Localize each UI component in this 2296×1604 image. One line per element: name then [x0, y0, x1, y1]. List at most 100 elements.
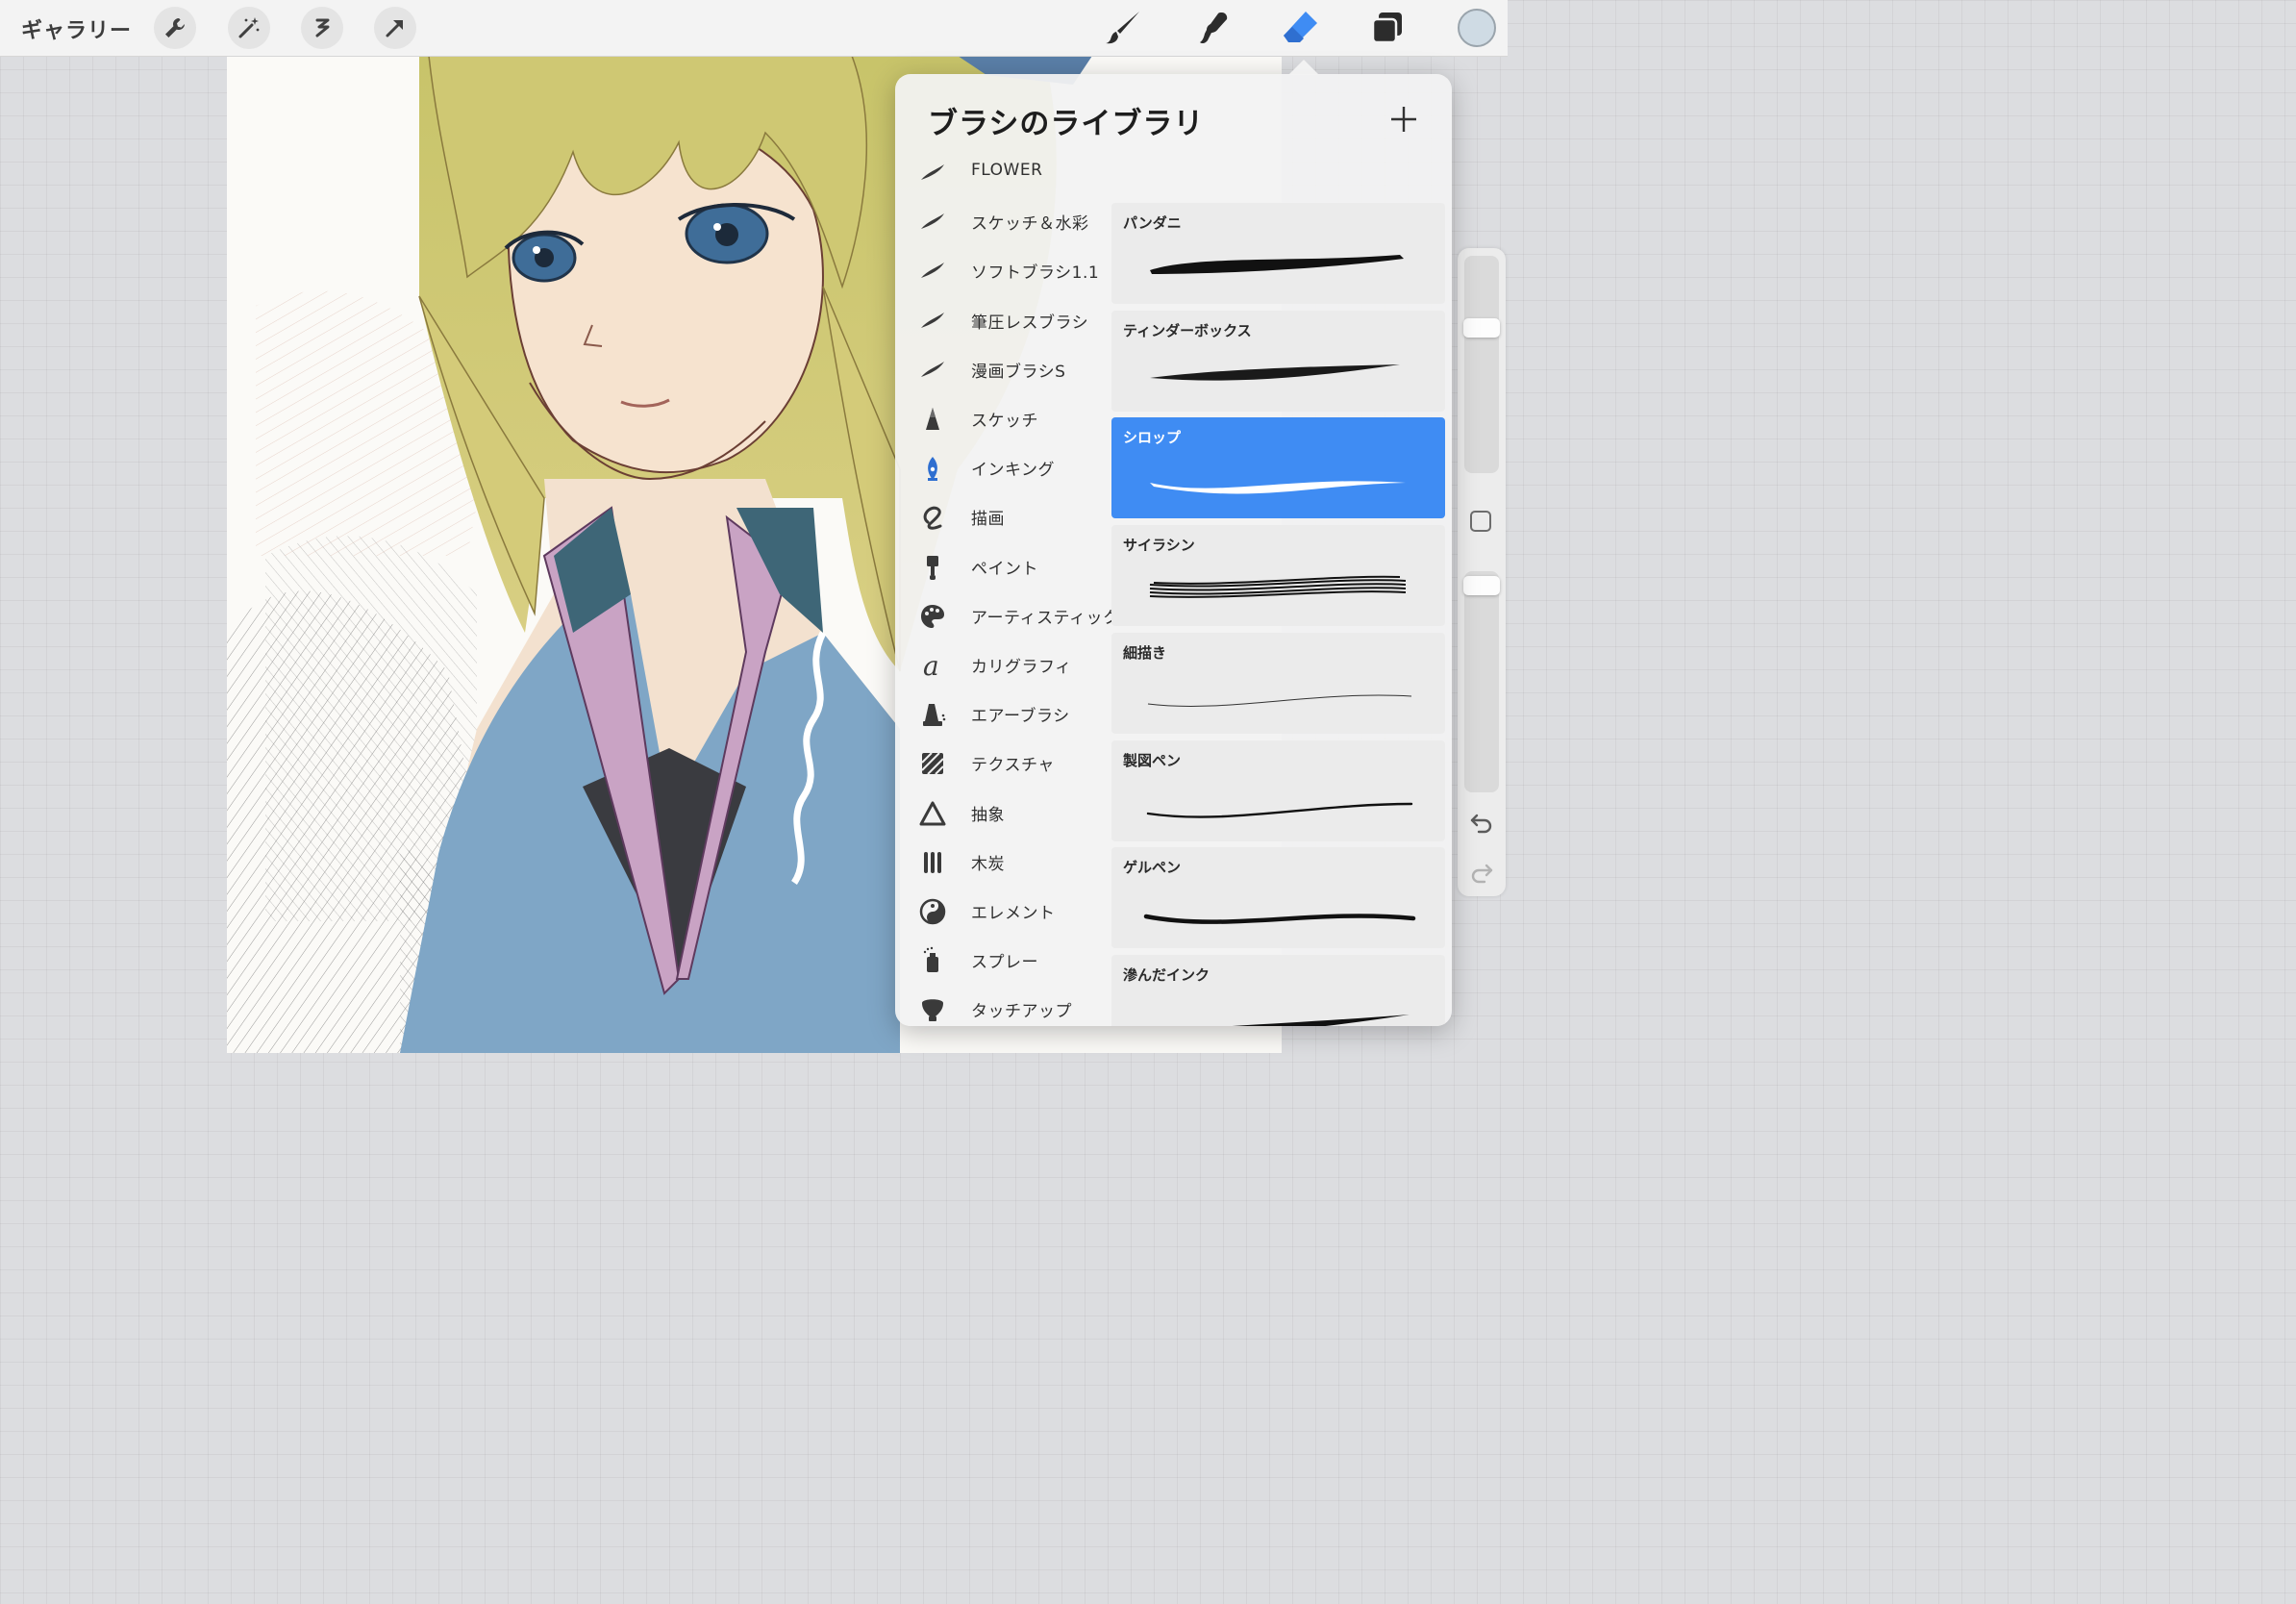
transform-arrow-icon[interactable]: [374, 7, 416, 49]
brush-set-item[interactable]: アーティスティック: [895, 592, 1119, 637]
brush-name: 細描き: [1123, 643, 1167, 662]
brush-set-label: エアーブラシ: [971, 707, 1070, 727]
brush-set-item[interactable]: テクスチャ: [895, 739, 1111, 784]
airbrush-icon: [923, 704, 946, 727]
modify-button[interactable]: [1470, 511, 1491, 532]
yin-yang-icon: [919, 898, 946, 925]
touchup-icon: [922, 999, 943, 1022]
brush-stroke-preview: [1146, 802, 1413, 818]
brush-set-label: 木炭: [971, 854, 1005, 874]
add-brush-button[interactable]: [1387, 103, 1420, 136]
brush-card[interactable]: 細描き: [1111, 632, 1445, 734]
brush-stroke-preview: [1143, 914, 1416, 925]
triangle-icon: [919, 801, 946, 826]
brush-set-item[interactable]: 抽象: [895, 789, 1111, 834]
brush-name: ティンダーボックス: [1123, 321, 1252, 339]
brush-set-item[interactable]: エアーブラシ: [895, 690, 1111, 735]
stroke-icon: [921, 361, 944, 377]
plus-icon: [1391, 107, 1416, 132]
brush-set-item[interactable]: 描画: [895, 493, 1111, 538]
brush-set-item[interactable]: 木炭: [895, 839, 1111, 883]
top-toolbar: ギャラリー: [0, 0, 1508, 57]
popover-arrow: [1288, 60, 1319, 75]
pen-nib-icon: [928, 457, 937, 482]
stroke-icon: [921, 213, 944, 230]
stroke-icon: [921, 263, 944, 279]
layers-icon[interactable]: [1365, 6, 1410, 50]
brush-opacity-thumb[interactable]: [1463, 576, 1500, 595]
brush-name: ゲルペン: [1123, 859, 1182, 877]
brush-stroke-preview: [1150, 255, 1404, 274]
brush-set-label: エレメント: [971, 904, 1056, 923]
pencil-tip-icon: [926, 408, 939, 430]
brush-set-label: スプレー: [971, 953, 1038, 973]
brush-set-item[interactable]: ペイント: [895, 543, 1111, 588]
eraser-icon[interactable]: [1279, 6, 1323, 50]
charcoal-icon: [924, 851, 941, 873]
brush-library-title: ブラシのライブラリ: [928, 107, 1205, 141]
brush-card-selected[interactable]: シロップ: [1111, 417, 1445, 519]
brush-set-item[interactable]: ソフトブラシ1.1: [895, 247, 1111, 291]
brush-size-thumb[interactable]: [1463, 318, 1500, 338]
brush-card[interactable]: 滲んだインク: [1111, 954, 1445, 1026]
brush-sets-list: FLOWER スケッチ＆水彩 ソフトブラシ1.1 筆圧レスブラシ 漫画ブラシS スケッチイ…: [895, 149, 1119, 1026]
undo-icon[interactable]: [1468, 810, 1495, 837]
brush-set-label: テクスチャ: [971, 756, 1055, 776]
brush-set-item[interactable]: タッチアップ: [895, 986, 1111, 1026]
brush-set-item[interactable]: スケッチ＆水彩: [895, 198, 1111, 242]
brush-library-popover: ブラシのライブラリ FLOWER スケッチ＆水彩 ソフトブラシ1.1 筆圧レスブラシ漫…: [895, 74, 1452, 1026]
brush-set-item[interactable]: スプレー: [895, 937, 1111, 981]
brush-set-item[interactable]: スケッチ: [895, 395, 1111, 439]
spray-can-icon: [923, 946, 938, 973]
brush-set-label: FLOWER: [971, 161, 1043, 180]
brush-name: 製図ペン: [1123, 751, 1182, 769]
brush-card[interactable]: ティンダーボックス: [1111, 310, 1445, 412]
brush-set-item[interactable]: 筆圧レスブラシ: [895, 297, 1111, 341]
texture-icon: [921, 752, 944, 776]
brush-stroke-preview: [1150, 481, 1406, 494]
brush-set-label: アーティスティック: [971, 608, 1120, 628]
gallery-button[interactable]: ギャラリー: [21, 13, 132, 44]
brush-card[interactable]: ゲルペン: [1111, 847, 1445, 949]
brush-set-label: ペイント: [971, 559, 1038, 579]
brush-set-label: インキング: [971, 461, 1055, 481]
redo-icon[interactable]: [1468, 860, 1495, 887]
brush-card[interactable]: サイラシン: [1111, 525, 1445, 627]
brush-set-label: 筆圧レスブラシ: [971, 313, 1089, 333]
brush-set-label: 描画: [971, 510, 1005, 530]
brush-set-item[interactable]: FLOWER: [895, 149, 1111, 193]
brush-set-item[interactable]: インキング: [895, 444, 1111, 489]
brush-card[interactable]: 製図ペン: [1111, 739, 1445, 841]
brush-stroke-preview: [1147, 694, 1412, 707]
brush-set-label: ソフトブラシ1.1: [971, 263, 1100, 284]
brush-stroke-preview: [1149, 575, 1407, 598]
brush-set-item[interactable]: a カリグラフィ: [895, 641, 1111, 686]
brush-stroke-preview: [1150, 363, 1400, 381]
brush-set-label: カリグラフィ: [971, 658, 1072, 677]
brush-set-label: 漫画ブラシS: [971, 362, 1066, 382]
brush-set-item[interactable]: エレメント: [895, 888, 1111, 932]
brush-set-label: タッチアップ: [971, 1002, 1072, 1022]
brush-icon[interactable]: [1102, 6, 1146, 50]
stroke-icon: [921, 164, 944, 180]
brush-card[interactable]: パンダニ: [1111, 203, 1445, 304]
brush-size-opacity-sidebar: [1458, 248, 1506, 896]
calligraphy-a-icon: a: [923, 651, 939, 680]
color-picker-button[interactable]: [1458, 9, 1496, 47]
brush-name: パンダニ: [1123, 214, 1182, 232]
svg-text:a: a: [923, 651, 939, 680]
brush-opacity-slider[interactable]: [1464, 571, 1499, 792]
brush-set-item[interactable]: 漫画ブラシS: [895, 346, 1111, 390]
paint-brush-icon: [927, 555, 938, 580]
brush-name: 滲んだインク: [1123, 965, 1210, 984]
brush-set-label: スケッチ＆水彩: [971, 214, 1089, 235]
smudge-icon[interactable]: [1190, 6, 1235, 50]
magic-wand-icon[interactable]: [228, 7, 270, 49]
brush-name: サイラシン: [1123, 537, 1195, 555]
brush-stroke-preview: [1230, 1014, 1410, 1026]
brush-set-label: 抽象: [971, 805, 1005, 825]
brush-size-slider[interactable]: [1464, 256, 1499, 473]
selection-icon[interactable]: [301, 7, 343, 49]
wrench-icon[interactable]: [154, 7, 196, 49]
palette-icon: [921, 604, 944, 628]
